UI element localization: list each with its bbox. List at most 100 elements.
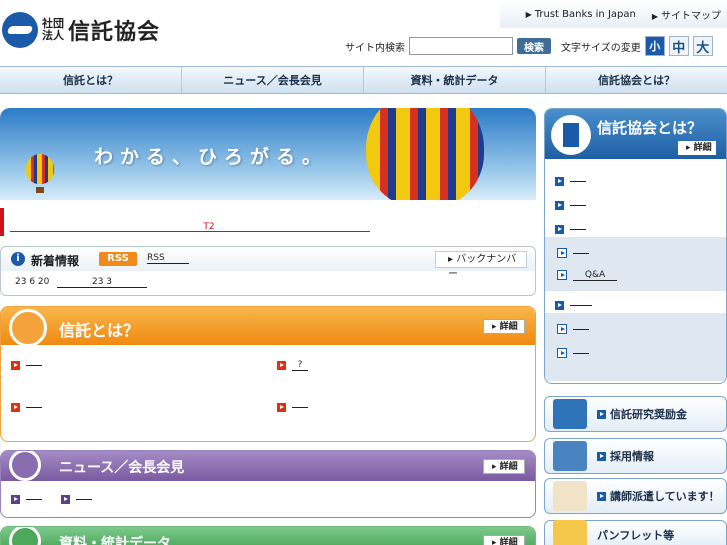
top-links: ▶ Trust Banks in Japan ▶ サイトマップ (526, 4, 721, 24)
chart-icon (9, 527, 41, 545)
font-size-medium-button[interactable]: 中 (668, 36, 689, 56)
top-link-label: Trust Banks in Japan (534, 8, 636, 20)
top-link-sitemap[interactable]: ▶ サイトマップ (652, 7, 721, 22)
sidebar-item-2[interactable] (555, 199, 586, 211)
news-link[interactable]: 23 3 (57, 277, 147, 288)
sidebar-about: 信託協会とは？ ▸ 詳細 Q&A (544, 108, 727, 384)
trust-item-label (26, 364, 42, 366)
logo[interactable]: 社団 法人 信託協会 (0, 10, 160, 50)
rss-link[interactable]: RSS (147, 253, 189, 264)
news-item-label (76, 498, 92, 500)
section-news: ニュース／会長会見 ▸ 詳細 (0, 450, 536, 518)
top-link-trust-banks[interactable]: ▶ Trust Banks in Japan (526, 9, 636, 20)
section-data-title: 資料・統計データ (59, 536, 171, 545)
gnav-about[interactable]: 信託協会とは？ (546, 67, 727, 93)
building-icon (551, 115, 591, 155)
hero-text: わかる、ひろがる。 (94, 146, 329, 168)
lecturer-button[interactable]: 講師派遣しています！ (544, 478, 727, 514)
gnav-data[interactable]: 資料・統計データ (364, 67, 546, 93)
search-label: サイト内検索 (345, 42, 405, 54)
bullet-icon (597, 451, 606, 461)
search-input[interactable] (409, 37, 513, 55)
info-icon: i (11, 252, 25, 266)
bullet-icon (597, 491, 606, 501)
trust-item-3[interactable] (11, 401, 42, 413)
top-link-label: サイトマップ (661, 10, 721, 22)
section-trust-detail-button[interactable]: ▸ 詳細 (483, 319, 525, 334)
sidebar-item-1[interactable] (555, 175, 586, 187)
logo-sub: 社団 法人 (42, 17, 64, 42)
sidebar-item-3[interactable] (555, 223, 586, 235)
news-icon (9, 451, 41, 481)
bullet-icon (277, 360, 286, 370)
sub-bullet-icon (557, 348, 567, 358)
button-label: パンフレット等 (597, 529, 675, 542)
page: 社団 法人 信託協会 ▶ Trust Banks in Japan ▶ サイトマップ… (0, 0, 727, 545)
rss-badge[interactable]: RSS (99, 252, 137, 266)
hero-banner: わかる、ひろがる。 (0, 108, 536, 200)
detail-label: 詳細 (499, 462, 518, 472)
sidebar-detail-button[interactable]: ▸ 詳細 (678, 141, 716, 155)
pamphlet-button[interactable]: パンフレット等 (544, 520, 727, 545)
sidebar-item-4[interactable] (555, 299, 592, 311)
sidebar-header: 信託協会とは？ ▸ 詳細 (545, 109, 726, 159)
logo-name: 信託協会 (68, 20, 161, 45)
news-title: 新着情報 (31, 254, 80, 268)
back-number-button[interactable]: ▸ バックナンバー (435, 251, 527, 280)
detail-label: 詳細 (499, 322, 518, 332)
news-date: 23 6 20 (15, 277, 50, 287)
bullet-icon (11, 360, 20, 370)
trust-logo-icon (2, 12, 38, 48)
font-size-large-button[interactable]: 大 (692, 36, 713, 56)
sub-bullet-icon (557, 270, 567, 280)
gnav-news[interactable]: ニュース／会長会見 (182, 67, 364, 93)
section-data-header: 資料・統計データ ▸ 詳細 (1, 527, 535, 545)
research-grant-label: 信託研究奨励金 (597, 406, 687, 422)
sidebar-submenu-band (545, 237, 726, 291)
sidebar-subitem-1[interactable] (557, 247, 589, 259)
section-news-title: ニュース／会長会見 (59, 460, 185, 476)
section-trust-header: 信託とは？ ▸ 詳細 (1, 307, 535, 347)
font-size-small-button[interactable]: 小 (644, 36, 665, 56)
trust-item-4[interactable] (277, 401, 308, 413)
section-data-detail-button[interactable]: ▸ 詳細 (483, 535, 525, 545)
news-item-2[interactable] (61, 493, 92, 505)
button-label: 採用情報 (610, 450, 654, 463)
bullet-icon (597, 409, 606, 419)
trust-item-2[interactable]: ? (277, 359, 308, 371)
sidebar-subitem-2[interactable]: Q&A (557, 269, 617, 281)
trust-item-label (26, 406, 42, 408)
sidebar-item-label (573, 352, 589, 354)
lecturer-label: 講師派遣しています！ (597, 488, 720, 504)
notice-link-1[interactable] (10, 222, 158, 232)
back-number-label: バックナンバー (448, 254, 517, 280)
sidebar-item-label (570, 304, 592, 306)
sidebar-item-label (573, 252, 589, 254)
section-news-detail-button[interactable]: ▸ 詳細 (483, 459, 525, 474)
lecturer-icon (553, 481, 587, 511)
sidebar-item-label: Q&A (573, 270, 617, 281)
detail-label: 詳細 (693, 143, 712, 153)
hot-air-balloon-icon (366, 108, 484, 200)
trust-item-1[interactable] (11, 359, 42, 371)
notice-link-2[interactable]: T2 (158, 222, 260, 232)
bullet-icon (11, 402, 20, 412)
section-news-header: ニュース／会長会見 ▸ 詳細 (1, 451, 535, 481)
news-item-label (26, 498, 42, 500)
bullet-icon (555, 224, 564, 234)
research-grant-button[interactable]: 信託研究奨励金 (544, 396, 727, 432)
pen-icon (553, 399, 587, 429)
notice-link-3[interactable] (260, 222, 370, 232)
news-item-1[interactable] (11, 493, 42, 505)
global-nav: 信託とは？ ニュース／会長会見 資料・統計データ 信託協会とは？ (0, 66, 727, 94)
sub-bullet-icon (557, 324, 567, 334)
trust-item-label: ? (292, 360, 308, 371)
recruit-button[interactable]: 採用情報 (544, 438, 727, 474)
search-button[interactable]: 検索 (517, 38, 551, 54)
sidebar-subitem-4[interactable] (557, 347, 589, 359)
sidebar-subitem-3[interactable] (557, 323, 589, 335)
font-size-label: 文字サイズの変更 (561, 42, 641, 54)
sidebar-item-label (570, 180, 586, 182)
gnav-trust[interactable]: 信託とは？ (0, 67, 182, 93)
section-data: 資料・統計データ ▸ 詳細 (0, 526, 536, 545)
